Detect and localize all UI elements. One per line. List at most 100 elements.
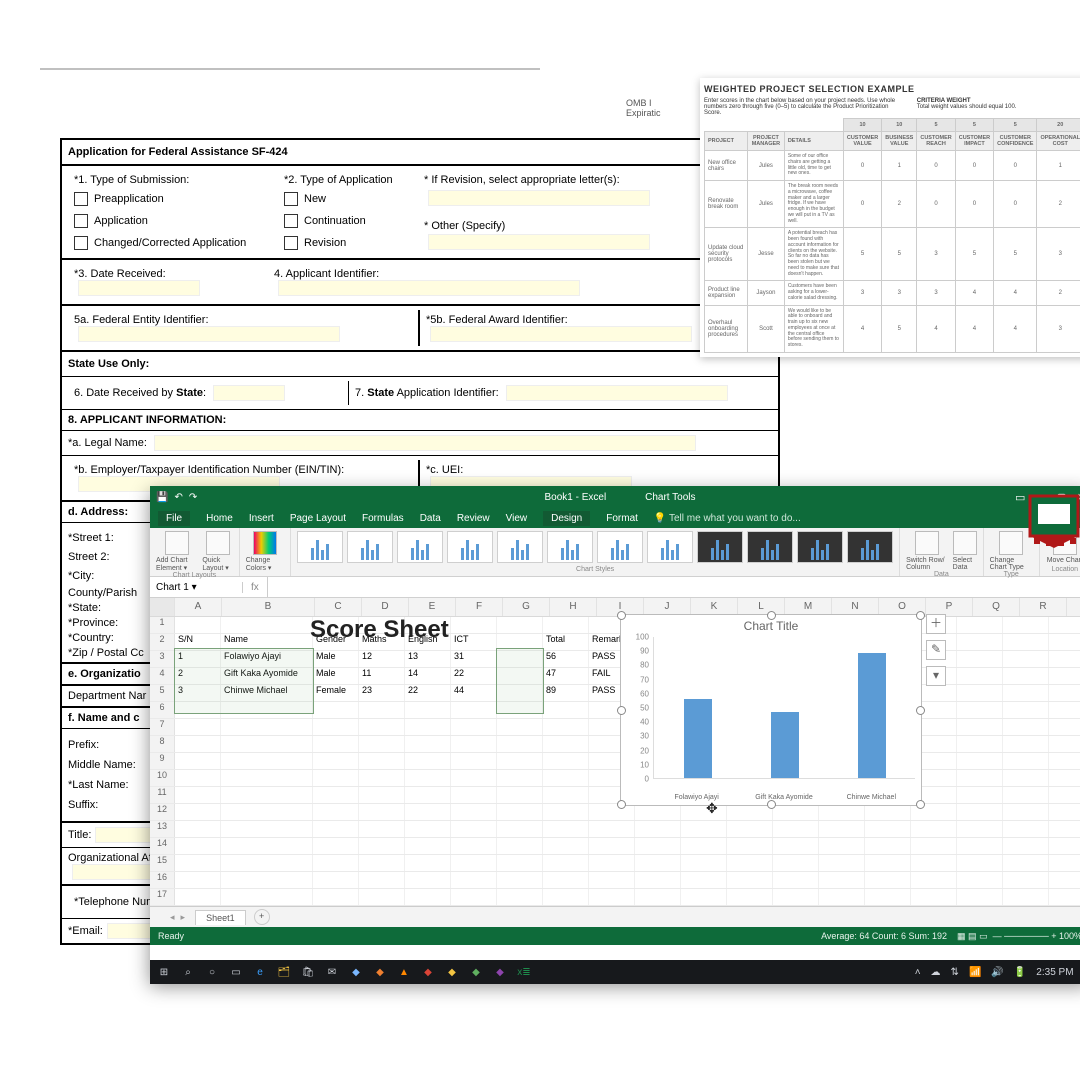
cell[interactable] [727,838,773,854]
cell[interactable]: 3 [175,685,221,701]
legal-name-field[interactable] [154,435,696,451]
row-header[interactable]: 14 [150,838,175,854]
chart-style-thumb[interactable] [347,531,393,563]
chart-bar[interactable] [771,712,799,778]
cell[interactable] [1049,634,1080,650]
federal-entity-field[interactable] [78,326,340,342]
cell[interactable] [1003,838,1049,854]
cell[interactable] [405,855,451,871]
cell[interactable] [451,719,497,735]
cell[interactable]: 44 [451,685,497,701]
column-header[interactable]: E [409,598,456,616]
cell[interactable] [497,838,543,854]
cell[interactable] [727,872,773,888]
row-header[interactable]: 1 [150,617,175,633]
new-checkbox[interactable] [284,192,298,206]
cell[interactable] [727,889,773,905]
cell[interactable] [543,617,589,633]
cell[interactable] [451,804,497,820]
cell[interactable] [635,804,681,820]
cell[interactable] [957,838,1003,854]
redo-icon[interactable]: ↷ [189,492,197,503]
cell[interactable]: 11 [359,668,405,684]
cell[interactable] [313,736,359,752]
cell[interactable] [1003,702,1049,718]
cell[interactable] [957,668,1003,684]
chart-bar[interactable] [858,653,886,778]
windows-taskbar[interactable]: ⊞ ⌕ ○ ▭ e 🗂 🛍 ✉ ◆ ◆ ▲ ◆ ◆ ◆ ◆ x≣ ˄ ☁ ⇅ 📶… [150,960,1080,984]
cell[interactable] [957,770,1003,786]
embedded-chart[interactable]: Chart Title 0102030405060708090100 Folaw… [620,614,922,806]
cell[interactable] [405,889,451,905]
handle-icon[interactable] [916,611,925,620]
cell[interactable] [221,617,313,633]
cell[interactable] [819,889,865,905]
cell[interactable] [865,889,911,905]
cell[interactable] [773,804,819,820]
cell[interactable] [911,838,957,854]
cell[interactable] [543,719,589,735]
column-header[interactable]: B [222,598,315,616]
cell[interactable] [175,702,221,718]
cell[interactable] [957,736,1003,752]
cell[interactable]: Gift Kaka Ayomide [221,668,313,684]
application-checkbox[interactable] [74,214,88,228]
cell[interactable] [313,753,359,769]
cell[interactable] [1049,872,1080,888]
cell[interactable] [405,787,451,803]
cell[interactable] [497,651,543,667]
zoom-level[interactable]: + 100% [1051,931,1080,941]
cell[interactable]: 31 [451,651,497,667]
cell[interactable] [727,821,773,837]
cell[interactable] [957,804,1003,820]
cell[interactable] [543,804,589,820]
cell[interactable] [957,889,1003,905]
cell[interactable] [1049,855,1080,871]
cell[interactable] [865,838,911,854]
cell[interactable] [957,634,1003,650]
cell[interactable] [451,855,497,871]
cell[interactable] [819,872,865,888]
cell[interactable] [589,821,635,837]
wifi-icon[interactable]: 📶 [969,967,981,978]
app-icon[interactable]: ◆ [492,964,508,980]
battery-icon[interactable]: 🔋 [1014,967,1026,978]
cell[interactable] [451,702,497,718]
cell[interactable] [221,872,313,888]
cell[interactable] [1003,872,1049,888]
cell[interactable] [313,770,359,786]
cell[interactable] [1003,770,1049,786]
cell[interactable] [1049,838,1080,854]
cell[interactable] [405,719,451,735]
cell[interactable] [865,804,911,820]
cell[interactable]: 2 [175,668,221,684]
row-header[interactable]: 8 [150,736,175,752]
cell[interactable] [681,838,727,854]
cell[interactable] [497,855,543,871]
row-header[interactable]: 9 [150,753,175,769]
cell[interactable]: 22 [451,668,497,684]
tell-me[interactable]: 💡 Tell me what you want to do... [654,513,801,524]
chart-style-thumb[interactable] [747,531,793,563]
cell[interactable] [1049,736,1080,752]
cell[interactable] [1003,736,1049,752]
continuation-checkbox[interactable] [284,214,298,228]
cell[interactable] [543,889,589,905]
column-header[interactable]: S [1067,598,1080,616]
cell[interactable] [175,889,221,905]
select-data-button[interactable]: Select Data [953,531,977,571]
cell[interactable] [819,855,865,871]
cell[interactable] [1049,753,1080,769]
chart-style-thumb[interactable] [297,531,343,563]
cell[interactable] [1003,821,1049,837]
undo-icon[interactable]: ↶ [174,492,182,503]
cell[interactable] [359,736,405,752]
cell[interactable] [681,889,727,905]
cell[interactable] [451,736,497,752]
cell[interactable] [543,753,589,769]
cell[interactable] [313,702,359,718]
cell[interactable] [405,736,451,752]
cell[interactable] [543,787,589,803]
cell[interactable] [911,889,957,905]
sheet-tab-1[interactable]: Sheet1 [195,910,246,925]
